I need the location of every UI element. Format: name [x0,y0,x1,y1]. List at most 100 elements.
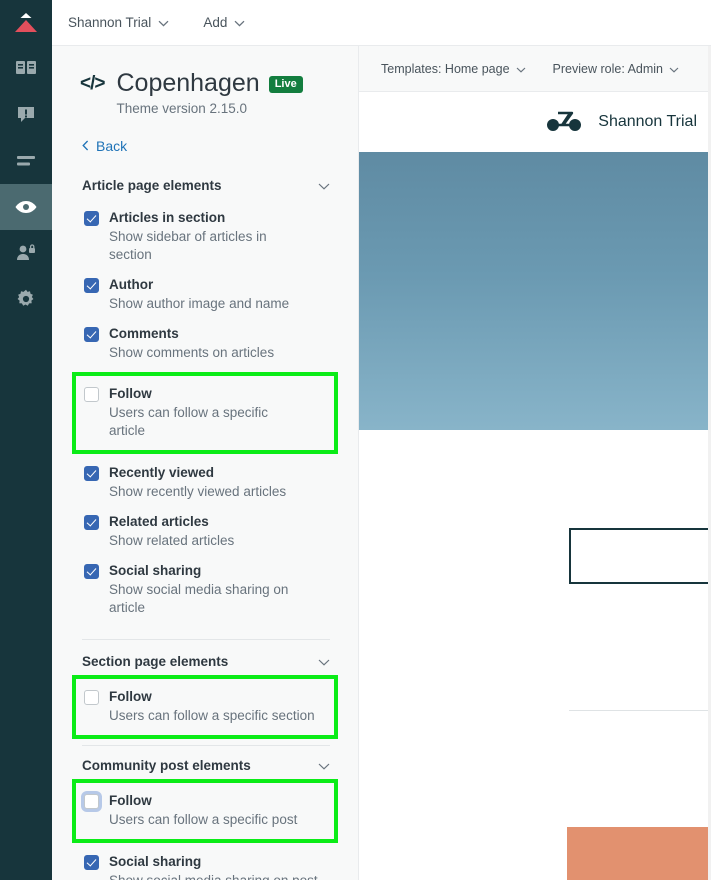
section-divider [82,639,330,640]
add-menu[interactable]: Add [203,15,245,30]
option-description: Show sidebar of articles in section [109,229,267,262]
code-brackets-icon: </> [80,73,106,94]
status-badge: Live [268,75,303,93]
hero-banner-image [359,152,711,430]
section-article-page-elements: Article page elements Articles in sectio… [72,178,338,623]
promo-card-block [567,827,711,880]
option-social-sharing-post[interactable]: Social sharing Show social media sharing… [80,847,338,880]
hero-search-input[interactable]: New [569,528,711,584]
preview-toolbar: Templates: Home page Preview role: Admin [359,46,711,92]
option-articles-in-section[interactable]: Articles in section Show sidebar of arti… [80,203,338,270]
section-title: Article page elements [82,178,222,193]
theme-version-label: Theme version 2.15.0 [116,101,248,116]
option-description: Users can follow a specific section [109,708,315,723]
guide-book-icon [15,59,37,79]
checkbox-social-sharing-post[interactable] [84,855,99,870]
option-label: Follow [109,386,152,401]
theme-editor-app: Shannon Trial Add </> Copenhagen Live Th… [0,0,711,880]
chevron-down-icon [318,758,330,773]
preview-divider [569,710,711,711]
checkbox-follow-article[interactable] [84,387,99,402]
option-label: Articles in section [109,210,226,225]
sidebar-item-guide[interactable] [0,46,52,92]
sidebar-item-announcements[interactable] [0,92,52,138]
checkbox-follow-section[interactable] [84,690,99,705]
option-description: Show social media sharing on article [109,582,289,615]
option-label: Social sharing [109,854,202,869]
section-title: Community post elements [82,758,251,773]
page-title: Copenhagen [116,69,260,97]
option-label: Social sharing [109,563,202,578]
preview-eye-icon [14,199,38,215]
top-navigation-bar: Shannon Trial Add [52,0,711,46]
back-link[interactable]: Back [82,138,338,154]
checkbox-related-articles[interactable] [84,515,99,530]
checkbox-author[interactable] [84,278,99,293]
chevron-down-icon [234,15,245,30]
option-related-articles[interactable]: Related articles Show related articles [80,507,338,556]
help-center-brand-name: Shannon Trial [598,113,697,130]
bicycle-logo-icon [546,108,584,137]
checkbox-social-sharing-article[interactable] [84,564,99,579]
section-divider [82,745,330,746]
option-label: Author [109,277,154,292]
theme-header: </> Copenhagen Live Theme version 2.15.0 [80,68,338,116]
section-header-community[interactable]: Community post elements [80,758,338,773]
theme-settings-panel: </> Copenhagen Live Theme version 2.15.0 [52,46,359,880]
chevron-down-icon [516,62,526,76]
option-label: Comments [109,326,179,341]
account-menu-label: Shannon Trial [68,15,152,30]
templates-dropdown[interactable]: Templates: Home page [381,62,526,76]
templates-dropdown-label: Templates: Home page [381,61,510,76]
option-follow-post[interactable]: Follow Users can follow a specific post [72,779,338,843]
option-comments[interactable]: Comments Show comments on articles [80,319,338,368]
option-social-sharing-article[interactable]: Social sharing Show social media sharing… [80,556,338,623]
account-menu[interactable]: Shannon Trial [68,15,169,30]
user-lock-icon [15,244,37,262]
checkbox-recently-viewed[interactable] [84,466,99,481]
settings-gear-icon [16,289,36,309]
chevron-down-icon [318,178,330,193]
section-title: Section page elements [82,654,229,669]
option-label: Related articles [109,514,209,529]
arrange-lines-icon [15,154,37,168]
editor-body: </> Copenhagen Live Theme version 2.15.0 [52,46,711,880]
option-label: Follow [109,793,152,808]
option-follow-section[interactable]: Follow Users can follow a specific secti… [72,675,338,739]
option-author[interactable]: Author Show author image and name [80,270,338,319]
announcement-icon [16,105,36,125]
section-header-section[interactable]: Section page elements [80,654,338,669]
global-nav-rail [0,0,52,880]
chevron-down-icon [318,654,330,669]
main-region: Shannon Trial Add </> Copenhagen Live Th… [52,0,711,880]
option-description: Users can follow a specific post [109,812,298,827]
section-community-post-elements: Community post elements Follow Users can… [72,758,338,880]
checkbox-follow-post[interactable] [84,794,99,809]
help-center-header: Shannon Trial [359,92,711,152]
option-description: Show related articles [109,533,235,548]
option-description: Show comments on articles [109,345,275,360]
option-recently-viewed[interactable]: Recently viewed Show recently viewed art… [80,458,338,507]
option-label: Recently viewed [109,465,215,480]
option-follow-article[interactable]: Follow Users can follow a specific artic… [72,372,338,454]
option-description: Show recently viewed articles [109,484,287,499]
chevron-left-icon [82,138,89,154]
sidebar-item-settings[interactable] [0,276,52,322]
option-description: Users can follow a specific article [109,405,269,438]
theme-preview-pane: Templates: Home page Preview role: Admin [359,46,711,880]
add-menu-label: Add [203,15,228,30]
chevron-down-icon [669,62,679,76]
preview-canvas: Shannon Trial New [359,92,711,880]
section-header-article[interactable]: Article page elements [80,178,338,193]
option-label: Follow [109,689,152,704]
checkbox-articles-in-section[interactable] [84,211,99,226]
sidebar-item-preview[interactable] [0,184,52,230]
zendesk-logo-icon[interactable] [0,0,52,46]
preview-role-dropdown-label: Preview role: Admin [552,61,664,76]
sidebar-item-user-permissions[interactable] [0,230,52,276]
preview-role-dropdown[interactable]: Preview role: Admin [553,62,679,76]
chevron-down-icon [158,15,169,30]
checkbox-comments[interactable] [84,327,99,342]
option-description: Show social media sharing on post [109,872,318,880]
sidebar-item-arrange[interactable] [0,138,52,184]
